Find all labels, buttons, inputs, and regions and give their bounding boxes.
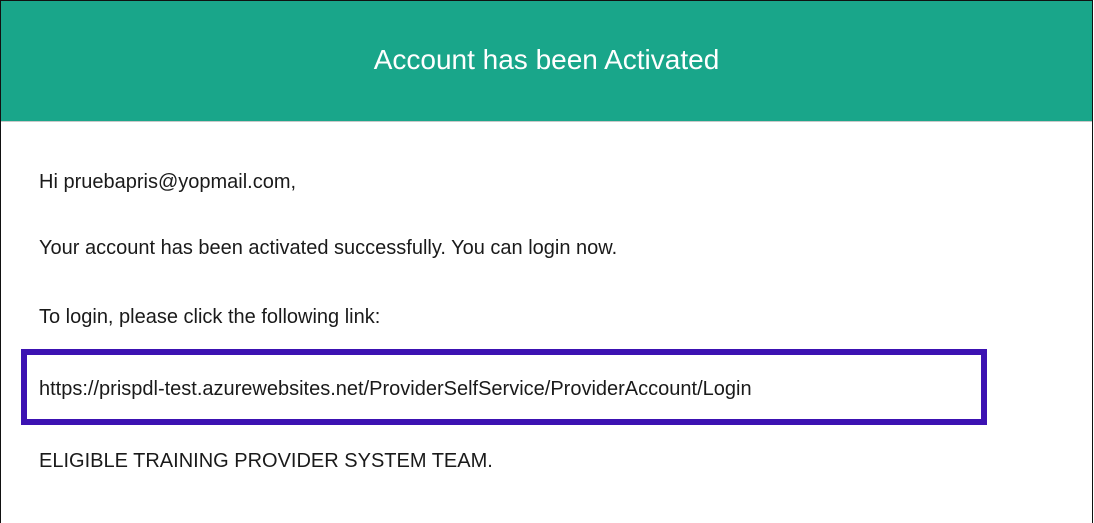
login-link[interactable]: https://prispdl-test.azurewebsites.net/P… [39, 378, 752, 401]
login-instruction: To login, please click the following lin… [39, 306, 381, 328]
signature-text: ELIGIBLE TRAINING PROVIDER SYSTEM TEAM. [39, 450, 493, 472]
email-title: Account has been Activated [373, 44, 720, 75]
activation-message: Your account has been activated successf… [39, 237, 618, 259]
greeting-text: Hi pruebapris@yopmail.com, [39, 171, 297, 193]
email-header: Account has been Activated [1, 1, 1092, 122]
email-message: Account has been Activated Hi pruebapris… [0, 0, 1093, 523]
